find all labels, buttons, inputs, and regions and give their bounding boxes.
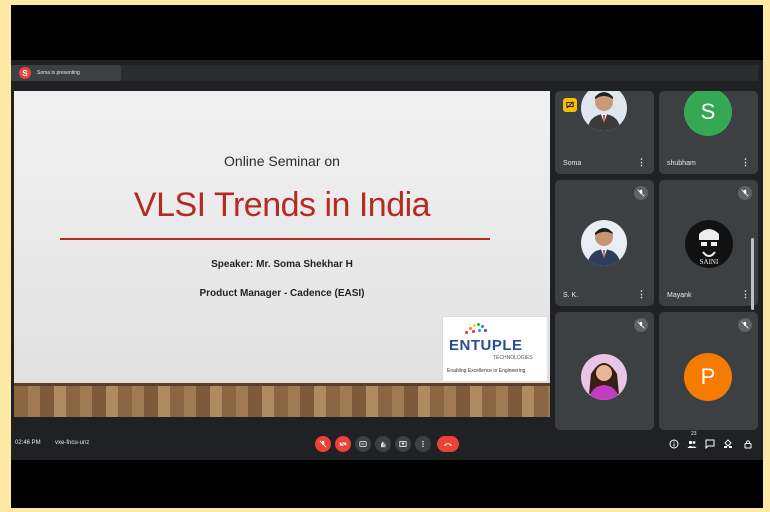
logo-tagline: Enabling Excellence in Engineering — [447, 368, 526, 374]
people-icon — [687, 440, 697, 448]
avatar-soma — [581, 91, 627, 131]
participant-name: Mayank — [667, 292, 692, 299]
presenting-text: Soma is presenting — [37, 70, 80, 76]
slide-speaker: Speaker: Mr. Soma Shekhar H — [211, 259, 353, 270]
logo-dots — [463, 323, 487, 335]
slide-divider — [60, 238, 490, 240]
avatar-mayank: SAINI — [685, 220, 733, 268]
topbar-strip — [121, 65, 758, 81]
camera-toggle-button[interactable] — [335, 436, 351, 452]
participant-tile-shubham[interactable]: S shubham ⋮ — [659, 91, 758, 174]
activities-button[interactable] — [723, 439, 733, 449]
captions-icon — [359, 441, 367, 447]
leave-call-button[interactable] — [437, 436, 459, 452]
wood-floor — [14, 383, 550, 417]
lock-person-icon — [744, 440, 752, 449]
chat-button[interactable] — [705, 439, 715, 449]
logo-name: ENTUPLE — [449, 337, 523, 354]
slide-title: VLSI Trends in India — [133, 186, 431, 224]
clock: 02:46 PM — [15, 440, 41, 446]
chat-icon — [705, 439, 715, 449]
participant-tile-sk[interactable]: S. K. ⋮ — [555, 180, 654, 306]
people-button[interactable] — [687, 439, 697, 449]
participant-tile-6[interactable]: P — [659, 312, 758, 430]
participant-name: Soma — [563, 160, 582, 167]
mic-off-icon — [738, 186, 752, 200]
present-icon — [399, 441, 407, 447]
participant-count-badge: 23 — [691, 431, 697, 437]
meet-window: S Soma is presenting Online Seminar on V… — [11, 60, 763, 460]
meeting-info-button[interactable] — [669, 439, 679, 449]
captions-button[interactable] — [355, 436, 371, 452]
more-options-button[interactable] — [415, 436, 431, 452]
host-controls-button[interactable] — [743, 439, 753, 449]
svg-text:SAINI: SAINI — [700, 258, 719, 266]
mic-off-icon — [634, 318, 648, 332]
mic-toggle-button[interactable] — [315, 436, 331, 452]
participant-tile-mayank[interactable]: SAINI Mayank ⋮ — [659, 180, 758, 306]
mic-off-icon — [634, 186, 648, 200]
camera-off-icon — [339, 440, 347, 448]
presenting-banner[interactable]: S Soma is presenting — [11, 65, 121, 81]
phone-hangup-icon — [443, 442, 453, 446]
participant-name: S. K. — [563, 292, 579, 299]
info-icon — [669, 439, 679, 449]
avatar-shubham: S — [684, 91, 732, 136]
meeting-code: vxe-fncu-unz — [55, 440, 90, 446]
participant-tile-soma[interactable]: Soma ⋮ — [555, 91, 654, 174]
hand-icon — [381, 441, 386, 448]
raise-hand-button[interactable] — [375, 436, 391, 452]
activities-icon — [724, 439, 732, 448]
avatar-participant-6: P — [684, 353, 732, 401]
more-vert-icon — [422, 440, 424, 448]
more-options-icon[interactable]: ⋮ — [637, 157, 646, 168]
mic-off-icon — [738, 318, 752, 332]
presenting-icon — [563, 98, 577, 112]
more-options-icon[interactable]: ⋮ — [637, 289, 646, 300]
participant-name: shubham — [667, 160, 696, 167]
logo-sub: TECHNOLOGIES — [493, 355, 533, 361]
control-bar: 02:46 PM vxe-fncu-unz 23 — [11, 430, 763, 460]
presenter-avatar: S — [19, 67, 31, 79]
avatar-sk — [581, 220, 627, 266]
entuple-logo: ENTUPLE TECHNOLOGIES Enabling Excellence… — [442, 316, 548, 382]
present-button[interactable] — [395, 436, 411, 452]
more-options-icon[interactable]: ⋮ — [741, 289, 750, 300]
avatar-participant-5 — [581, 354, 627, 400]
participants-scrollbar[interactable] — [751, 238, 754, 310]
participant-tile-5[interactable] — [555, 312, 654, 430]
slide-subtitle: Online Seminar on — [224, 153, 340, 169]
more-options-icon[interactable]: ⋮ — [741, 157, 750, 168]
presentation-slide: Online Seminar on VLSI Trends in India S… — [14, 91, 550, 417]
slide-role: Product Manager - Cadence (EASI) — [199, 288, 365, 299]
mic-off-icon — [319, 440, 327, 448]
